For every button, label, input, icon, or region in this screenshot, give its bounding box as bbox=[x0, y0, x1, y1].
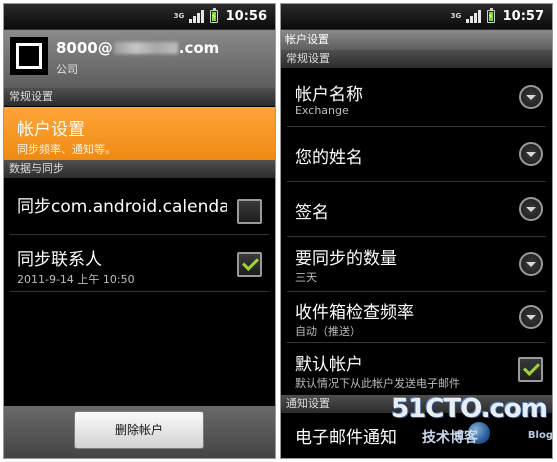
sync-calendar-item[interactable]: 同步com.android.calendar bbox=[4, 178, 275, 234]
chevron-down-icon[interactable] bbox=[519, 252, 543, 276]
status-time: 10:57 bbox=[502, 9, 544, 24]
default-account-checkbox[interactable] bbox=[518, 357, 543, 382]
sync-contacts-checkbox[interactable] bbox=[237, 252, 262, 277]
pref-email-notification[interactable]: 电子邮件通知 bbox=[281, 413, 552, 458]
account-icon bbox=[10, 37, 48, 75]
account-settings-screen: 3G ⚡ 10:57 帐户设置 常规设置 帐户名称 Exchange 您的姓名 … bbox=[281, 4, 552, 458]
chevron-down-icon[interactable] bbox=[519, 142, 543, 166]
pref-your-name[interactable]: 您的姓名 bbox=[281, 127, 552, 181]
account-settings-item[interactable]: 帐户设置 同步频率、通知等。 bbox=[4, 107, 275, 160]
pref-title: 要同步的数量 bbox=[295, 249, 397, 269]
account-settings-title: 帐户设置 bbox=[17, 120, 85, 140]
pref-title: 电子邮件通知 bbox=[295, 428, 397, 448]
screen-title: 帐户设置 bbox=[281, 30, 552, 50]
account-settings-summary: 同步频率、通知等。 bbox=[17, 143, 116, 156]
signal-icon bbox=[465, 10, 481, 23]
pref-sync-amount[interactable]: 要同步的数量 三天 bbox=[281, 237, 552, 291]
status-bar: 3G ⚡ 10:56 bbox=[4, 4, 275, 30]
signal-icon bbox=[188, 10, 204, 23]
section-general-header: 常规设置 bbox=[4, 88, 275, 106]
pref-title: 帐户名称 bbox=[295, 85, 363, 105]
sync-calendar-title: 同步com.android.calendar bbox=[17, 197, 227, 217]
pref-default-account[interactable]: 默认帐户 默认情况下从此帐户发送电子邮件 bbox=[281, 343, 552, 395]
bottom-bar: 删除帐户 bbox=[4, 406, 275, 458]
sync-contacts-item[interactable]: 同步联系人 2011-9-14 上午 10:50 bbox=[4, 235, 275, 291]
delete-account-button[interactable]: 删除帐户 bbox=[74, 411, 204, 449]
network-type: 3G bbox=[450, 12, 462, 20]
status-bar: 3G ⚡ 10:57 bbox=[281, 4, 552, 30]
pref-summary: 默认情况下从此帐户发送电子邮件 bbox=[295, 377, 460, 390]
sync-contacts-title: 同步联系人 bbox=[17, 250, 102, 270]
pref-title: 您的姓名 bbox=[295, 148, 363, 168]
pref-account-name[interactable]: 帐户名称 Exchange bbox=[281, 68, 552, 126]
redacted-email bbox=[113, 42, 178, 54]
status-time: 10:56 bbox=[225, 9, 267, 24]
account-email: 8000@ .com bbox=[56, 39, 220, 57]
pref-title: 默认帐户 bbox=[295, 355, 363, 375]
section-data-sync-header: 数据与同步 bbox=[4, 160, 275, 178]
pref-summary: 三天 bbox=[295, 271, 317, 284]
pref-inbox-frequency[interactable]: 收件箱检查频率 自动（推送） bbox=[281, 292, 552, 342]
pref-title: 签名 bbox=[295, 203, 329, 223]
account-screen: 3G ⚡ 10:56 8000@ .com 公司 常规设置 帐户设置 同步频率、通… bbox=[4, 4, 275, 458]
battery-charging-icon: ⚡ bbox=[486, 8, 495, 23]
pref-signature[interactable]: 签名 bbox=[281, 182, 552, 236]
pref-title: 收件箱检查频率 bbox=[295, 303, 414, 323]
pref-summary: 自动（推送） bbox=[295, 325, 361, 338]
chevron-down-icon[interactable] bbox=[519, 85, 543, 109]
account-type: 公司 bbox=[56, 63, 78, 76]
pref-summary: Exchange bbox=[295, 104, 349, 117]
chevron-down-icon[interactable] bbox=[519, 197, 543, 221]
section-general-header: 常规设置 bbox=[281, 50, 552, 68]
chevron-down-icon[interactable] bbox=[519, 305, 543, 329]
sync-calendar-checkbox[interactable] bbox=[237, 199, 262, 224]
network-type: 3G bbox=[173, 12, 185, 20]
sync-contacts-summary: 2011-9-14 上午 10:50 bbox=[17, 273, 135, 286]
account-header: 8000@ .com 公司 bbox=[4, 30, 275, 88]
battery-charging-icon: ⚡ bbox=[209, 8, 218, 23]
section-notifications-header: 通知设置 bbox=[281, 395, 552, 413]
divider bbox=[10, 291, 269, 292]
